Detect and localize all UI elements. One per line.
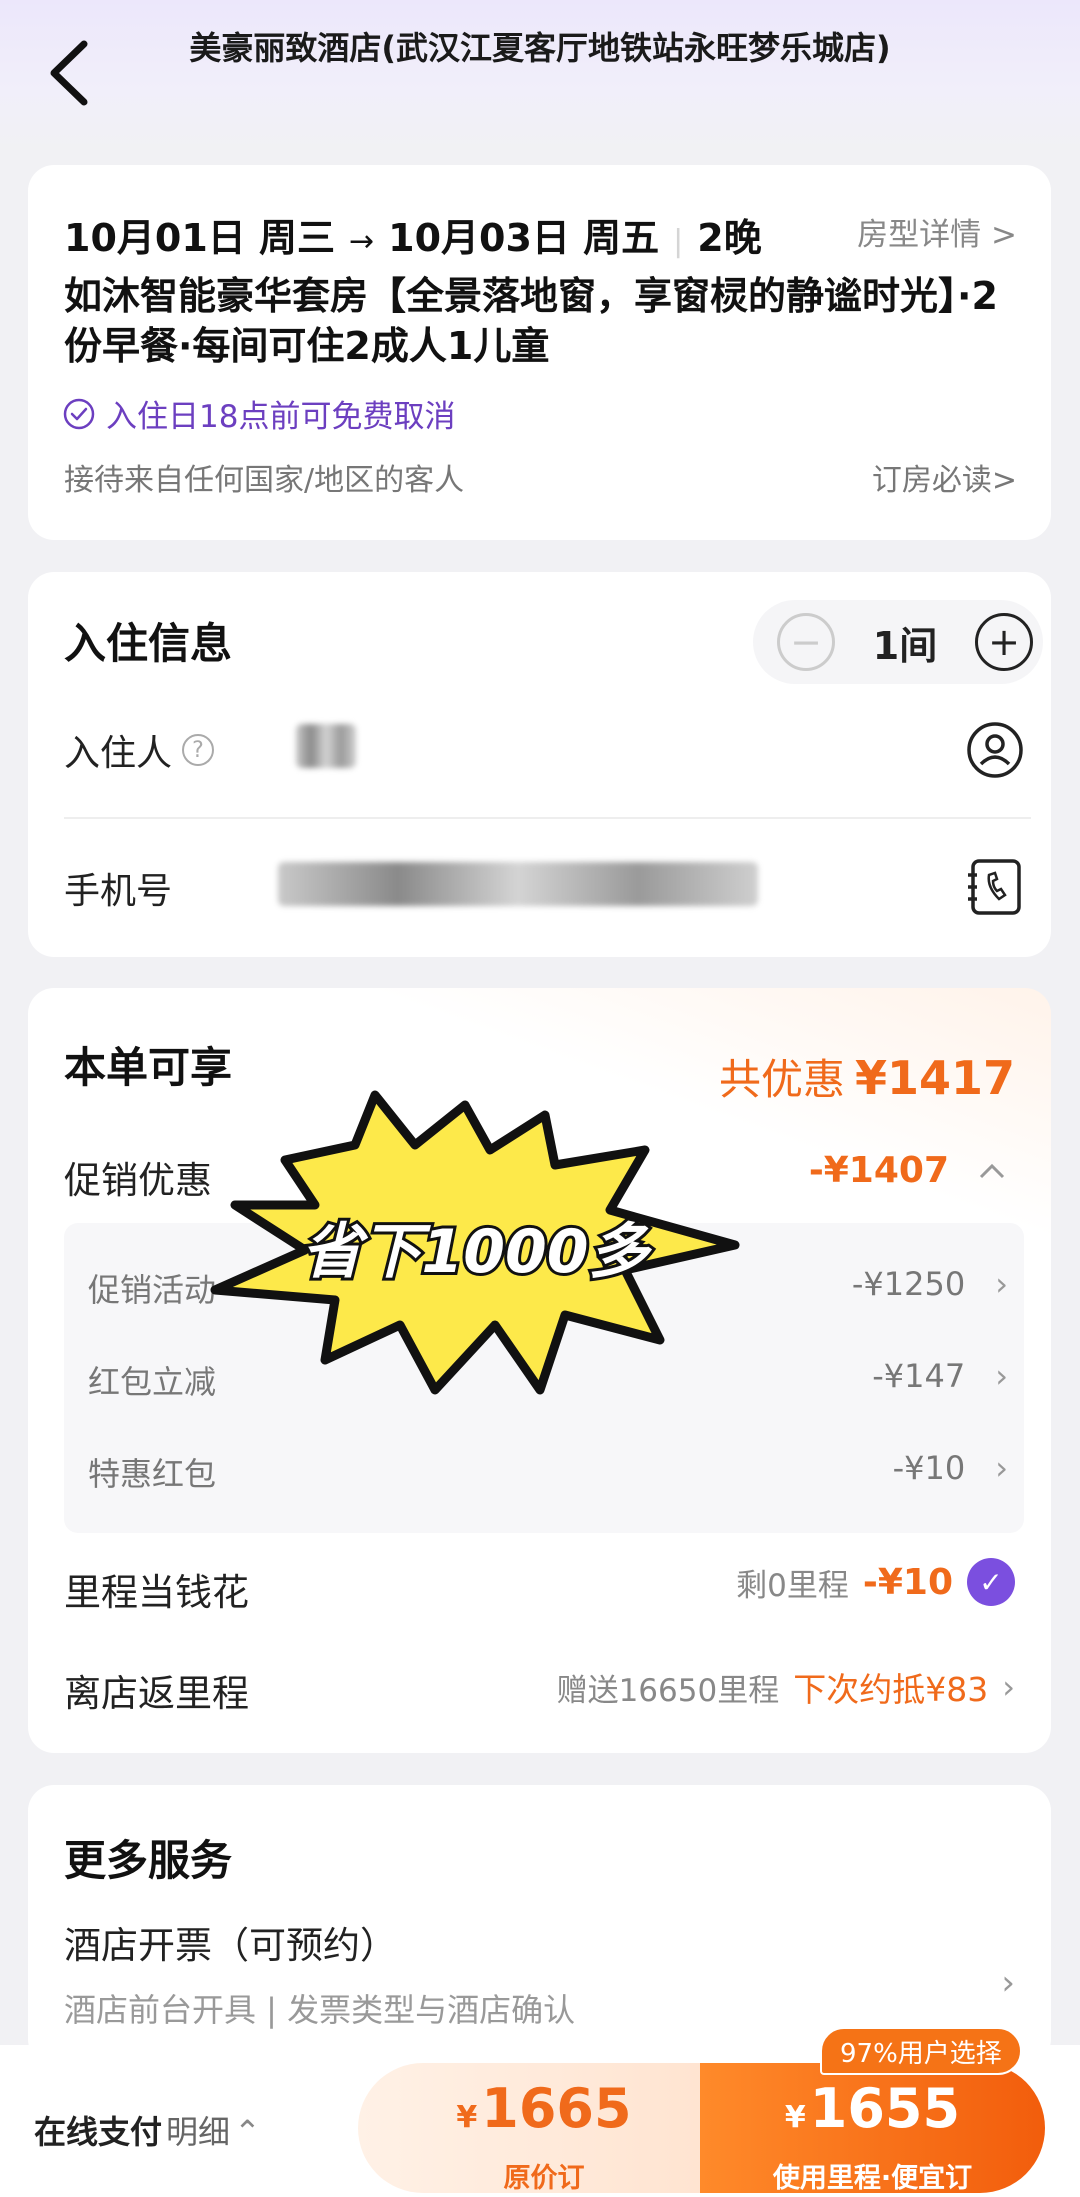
chevron-up-icon xyxy=(979,1163,1005,1178)
increase-button[interactable]: + xyxy=(974,613,1033,671)
invoice-title[interactable]: 酒店开票（可预约） xyxy=(64,1915,397,1969)
mileage-price-button[interactable]: ¥1655 使用里程·便宜订 xyxy=(700,2063,1045,2194)
original-label: 原价订 xyxy=(503,2163,585,2194)
mileage-spend-label: 里程当钱花 xyxy=(64,1571,249,1614)
mileage-price: 1655 xyxy=(809,2077,961,2140)
amount-text: -¥1250 xyxy=(851,1265,966,1303)
guest-field-label: 入住人 ? xyxy=(64,724,215,776)
savings-sticker: 省下1000多 xyxy=(210,1090,740,1395)
invoice-subtitle: 酒店前台开具 | 发票类型与酒店确认 xyxy=(64,1991,576,2029)
top-header: 美豪丽致酒店(武汉江夏客厅地铁站永旺梦乐城店) xyxy=(0,0,1080,150)
detail-link[interactable]: 明细 xyxy=(166,2113,230,2151)
currency-symbol: ¥ xyxy=(456,2100,478,2135)
currency-symbol: ¥ xyxy=(784,2100,806,2135)
total-discount: 共优惠 ¥1417 xyxy=(719,1046,1015,1107)
guest-name-input[interactable] xyxy=(296,724,356,768)
checkin-info-card: 入住信息 − 1间 + 入住人 ? 手机号 xyxy=(28,572,1051,957)
back-arrow-icon[interactable] xyxy=(40,36,100,110)
checkout-date: 10月03日 周五 xyxy=(388,216,660,260)
contact-person-icon[interactable] xyxy=(965,720,1025,780)
original-price-button[interactable]: ¥1665 原价订 xyxy=(358,2063,730,2194)
phone-input[interactable] xyxy=(278,862,758,906)
checkin-date: 10月01日 周三 xyxy=(64,216,335,260)
room-count-stepper: − 1间 + xyxy=(753,600,1043,684)
phone-label: 手机号 xyxy=(64,871,173,912)
promo-amount: -¥1407 xyxy=(808,1150,949,1191)
redpacket-item-amount[interactable]: -¥147 › xyxy=(872,1357,1008,1395)
promo-item-label: 促销活动 xyxy=(88,1271,217,1309)
mileage-return-label: 离店返里程 xyxy=(64,1672,249,1715)
mileage-remaining: 剩0里程 xyxy=(736,1567,849,1604)
chevron-right-icon[interactable]: › xyxy=(1001,1963,1015,2003)
promo-item-amount[interactable]: -¥1250 › xyxy=(852,1265,1008,1303)
date-arrow: → xyxy=(349,224,375,259)
room-detail-link[interactable]: 房型详情 > xyxy=(857,209,1017,254)
mileage-return-value: 下次约抵¥83 xyxy=(793,1670,989,1709)
mileage-label: 使用里程·便宜订 xyxy=(772,2163,973,2194)
checkmark-icon[interactable]: ✓ xyxy=(967,1558,1015,1606)
check-circle-icon xyxy=(63,398,95,429)
chevron-right-icon: › xyxy=(995,1449,1008,1487)
stay-dates: 10月01日 周三 → 10月03日 周五 | 2晚 xyxy=(64,207,762,262)
sticker-text: 省下1000多 xyxy=(302,1217,653,1287)
more-services-title: 更多服务 xyxy=(64,1836,233,1885)
mileage-spend-amount: -¥10 xyxy=(862,1561,953,1603)
promo-label: 促销优惠 xyxy=(64,1159,212,1202)
guest-label: 入住人 xyxy=(64,733,173,774)
room-count: 1间 xyxy=(872,623,938,668)
field-divider xyxy=(64,817,1031,819)
special-item-amount[interactable]: -¥10 › xyxy=(893,1449,1008,1487)
amount-text: -¥147 xyxy=(872,1357,966,1395)
must-read-link[interactable]: 订房必读> xyxy=(872,455,1017,499)
cancel-policy-text: 入住日18点前可免费取消 xyxy=(106,399,456,435)
mileage-return-row[interactable]: 赠送16650里程 下次约抵¥83 › xyxy=(557,1663,1015,1711)
help-icon[interactable]: ? xyxy=(182,734,215,766)
total-discount-amount: ¥1417 xyxy=(854,1051,1015,1105)
online-pay[interactable]: 在线支付 明细 ⌃ xyxy=(34,2107,261,2153)
cancel-policy: 入住日18点前可免费取消 xyxy=(62,391,455,436)
mileage-return-note: 赠送16650里程 xyxy=(556,1672,780,1709)
discounts-title: 本单可享 xyxy=(64,1043,233,1092)
mileage-spend-toggle[interactable]: 剩0里程 -¥10 ✓ xyxy=(736,1558,1015,1606)
checkin-info-title: 入住信息 xyxy=(64,619,233,668)
hotel-title: 美豪丽致酒店(武汉江夏客厅地铁站永旺梦乐城店) xyxy=(189,29,891,67)
decrease-button[interactable]: − xyxy=(777,613,835,671)
booking-summary-card: 10月01日 周三 → 10月03日 周五 | 2晚 房型详情 > 如沐智能豪华套房【全… xyxy=(28,165,1051,540)
guest-note: 接待来自任何国家/地区的客人 xyxy=(64,463,465,498)
special-item-label: 特惠红包 xyxy=(88,1455,217,1493)
chevron-right-icon: › xyxy=(1002,1668,1015,1706)
original-price: 1665 xyxy=(481,2077,632,2140)
phone-book-icon[interactable] xyxy=(965,857,1025,917)
more-services-card: 更多服务 酒店开票（可预约） 酒店前台开具 | 发票类型与酒店确认 › xyxy=(28,1785,1051,2065)
chevron-right-icon: › xyxy=(995,1357,1008,1395)
chevron-right-icon: › xyxy=(995,1265,1008,1303)
promo-toggle[interactable]: -¥1407 xyxy=(809,1150,1007,1191)
nights-count: 2晚 xyxy=(697,216,762,260)
redpacket-item-label: 红包立减 xyxy=(88,1363,217,1401)
room-name: 如沐智能豪华套房【全景落地窗，享窗棂的静谧时光】·2份早餐·每间可住2成人1儿童 xyxy=(64,274,998,368)
chevron-up-icon: ⌃ xyxy=(234,2113,261,2151)
pay-label: 在线支付 xyxy=(34,2113,163,2151)
amount-text: -¥10 xyxy=(892,1449,966,1487)
date-separator: | xyxy=(673,224,684,259)
popularity-badge: 97%用户选择 xyxy=(820,2027,1022,2075)
